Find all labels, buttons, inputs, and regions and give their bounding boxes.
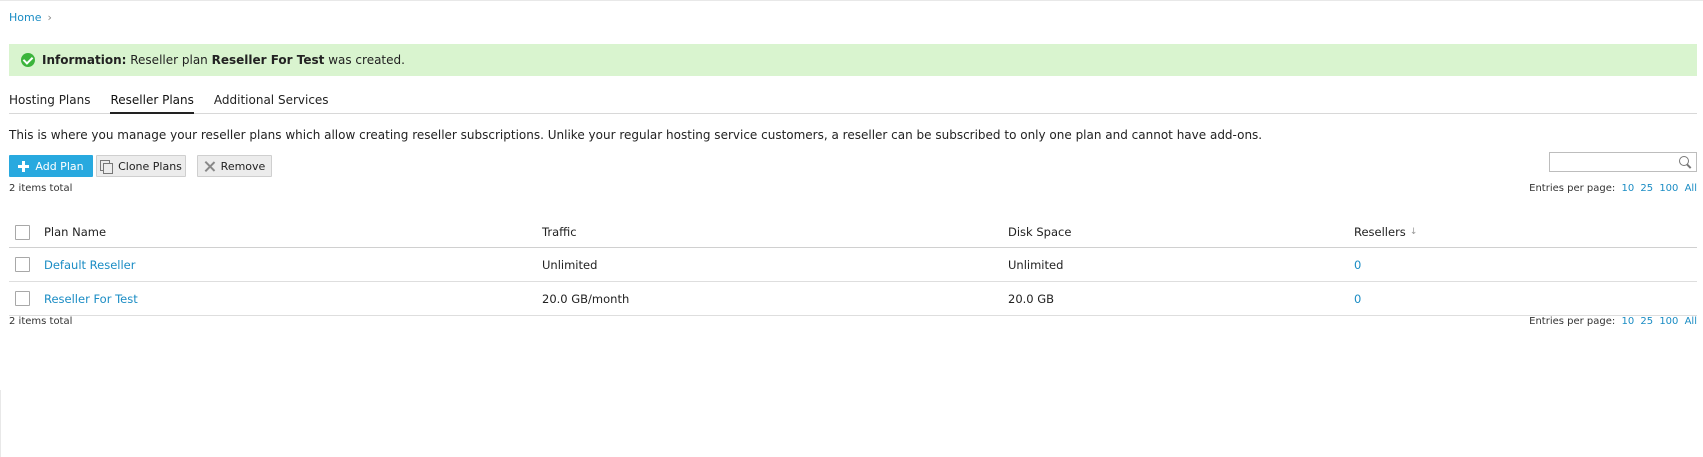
tab-additional-services[interactable]: Additional Services — [214, 88, 329, 114]
add-plan-label: Add Plan — [35, 159, 84, 173]
info-text-before: Reseller plan — [126, 53, 212, 67]
entries-option-all[interactable]: All — [1685, 183, 1697, 194]
page-description: This is where you manage your reseller p… — [9, 128, 1263, 142]
entries-label: Entries per page: — [1529, 316, 1616, 327]
plus-icon — [18, 160, 30, 172]
remove-button[interactable]: Remove — [197, 155, 272, 177]
traffic-value: 20.0 GB/month — [542, 291, 630, 306]
remove-label: Remove — [220, 159, 266, 173]
row-checkbox[interactable] — [15, 257, 30, 272]
column-traffic[interactable]: Traffic — [542, 217, 577, 247]
plans-table: Plan Name Traffic Disk Space Resellers ↓… — [9, 217, 1697, 316]
toolbar: Add Plan Clone Plans Remove — [9, 152, 1697, 177]
column-disk-space[interactable]: Disk Space — [1008, 217, 1071, 247]
disk-space-value: Unlimited — [1008, 257, 1064, 272]
select-all-cell — [15, 217, 30, 247]
info-label: Information: — [42, 53, 127, 67]
top-divider — [0, 0, 1703, 1]
plan-name-link[interactable]: Default Reseller — [44, 248, 135, 281]
row-select-cell — [15, 282, 30, 315]
entries-per-page-bottom: Entries per page: 10 25 100 All — [1529, 316, 1697, 327]
row-checkbox[interactable] — [15, 291, 30, 306]
entries-option-all[interactable]: All — [1685, 316, 1697, 327]
items-total-bottom: 2 items total — [9, 316, 73, 327]
clone-plans-label: Clone Plans — [118, 159, 182, 173]
close-icon — [204, 161, 215, 172]
column-resellers[interactable]: Resellers ↓ — [1354, 217, 1417, 247]
check-circle-icon — [21, 53, 35, 67]
add-plan-button[interactable]: Add Plan — [9, 155, 93, 177]
search-input[interactable] — [1550, 155, 1672, 174]
entries-option-25[interactable]: 25 — [1640, 316, 1653, 327]
copy-icon — [100, 160, 114, 174]
table-row: Default Reseller Unlimited Unlimited 0 — [9, 248, 1697, 282]
traffic-value: Unlimited — [542, 257, 598, 272]
entries-option-100[interactable]: 100 — [1659, 316, 1678, 327]
items-total-top: 2 items total — [9, 183, 73, 194]
entries-per-page-top: Entries per page: 10 25 100 All — [1529, 183, 1697, 194]
table-header: Plan Name Traffic Disk Space Resellers ↓ — [9, 217, 1697, 248]
breadcrumb: Home › — [9, 11, 52, 24]
tab-hosting-plans[interactable]: Hosting Plans — [9, 88, 90, 114]
plan-name-link[interactable]: Reseller For Test — [44, 282, 138, 315]
search-box — [1549, 152, 1697, 174]
clone-plans-button[interactable]: Clone Plans — [96, 155, 186, 177]
sort-down-icon: ↓ — [1409, 227, 1418, 237]
tab-reseller-plans[interactable]: Reseller Plans — [110, 88, 194, 114]
search-icon[interactable] — [1679, 156, 1691, 168]
plan-tabs: Hosting Plans Reseller Plans Additional … — [9, 88, 1697, 114]
entries-option-25[interactable]: 25 — [1640, 183, 1653, 194]
column-plan-name[interactable]: Plan Name — [44, 217, 106, 247]
resellers-count-link[interactable]: 0 — [1354, 282, 1361, 315]
breadcrumb-home-link[interactable]: Home — [9, 11, 41, 24]
info-plan-name: Reseller For Test — [211, 53, 325, 67]
entries-label: Entries per page: — [1529, 183, 1616, 194]
page: Home › Information: Reseller plan Resell… — [0, 0, 1703, 457]
table-row: Reseller For Test 20.0 GB/month 20.0 GB … — [9, 282, 1697, 316]
info-text-after: was created. — [324, 53, 405, 67]
entries-option-10[interactable]: 10 — [1621, 316, 1634, 327]
disk-space-value: 20.0 GB — [1008, 291, 1055, 306]
select-all-checkbox[interactable] — [15, 224, 30, 240]
breadcrumb-separator-icon: › — [47, 11, 52, 24]
column-resellers-label: Resellers — [1354, 225, 1406, 239]
entries-option-100[interactable]: 100 — [1659, 183, 1678, 194]
left-divider — [0, 390, 1, 457]
entries-option-10[interactable]: 10 — [1621, 183, 1634, 194]
row-select-cell — [15, 248, 30, 281]
info-message: Information: Reseller plan Reseller For … — [9, 44, 1697, 76]
resellers-count-link[interactable]: 0 — [1354, 248, 1361, 281]
